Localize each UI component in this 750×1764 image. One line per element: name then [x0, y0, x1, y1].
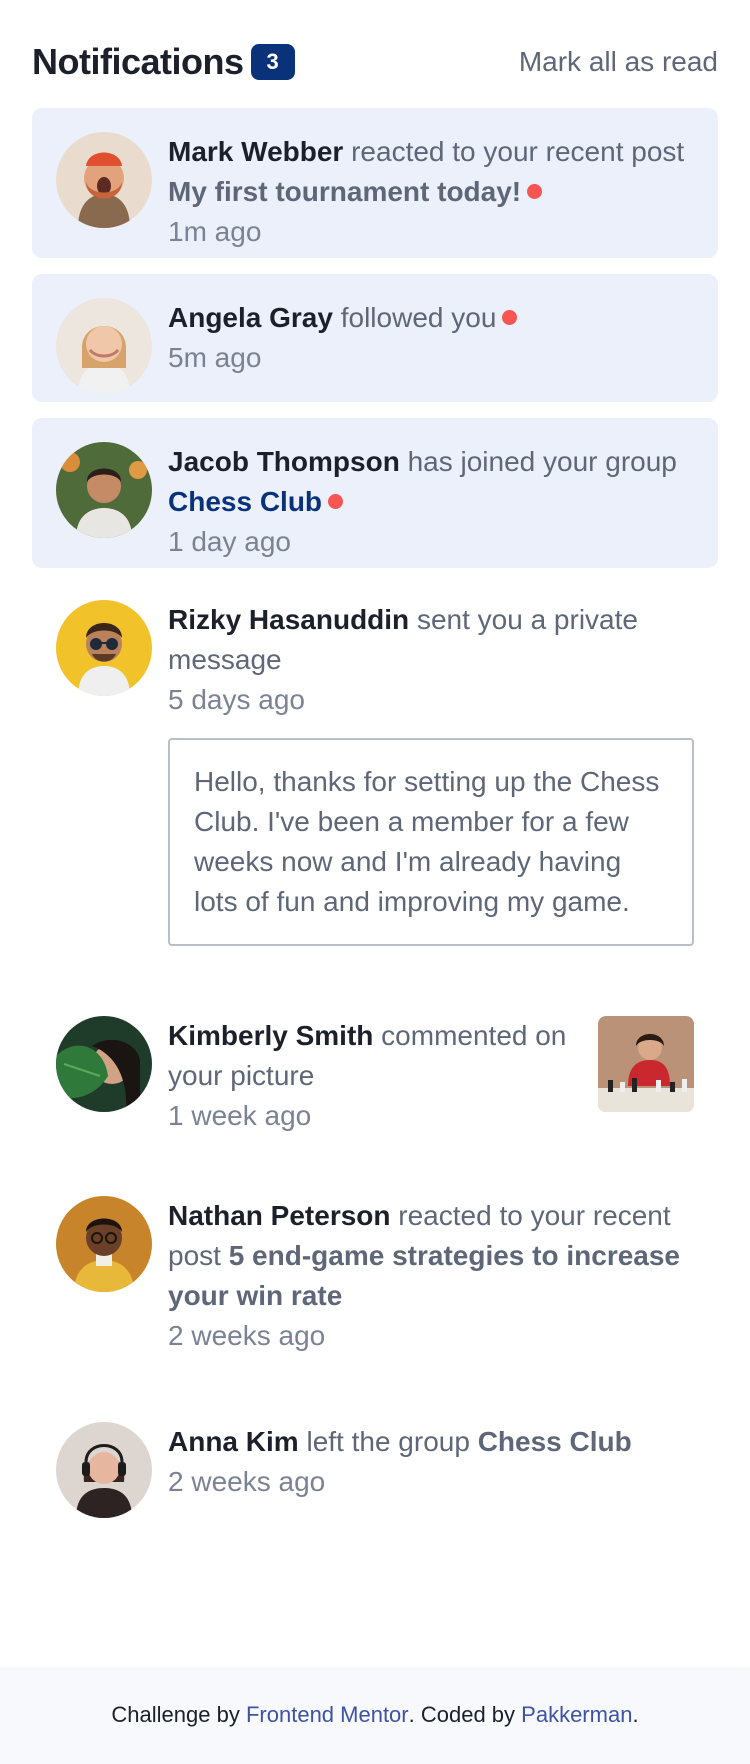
user-name[interactable]: Rizky Hasanuddin — [168, 604, 409, 635]
group-link[interactable]: Chess Club — [168, 486, 322, 517]
notification-text: Angela Gray followed you — [168, 298, 694, 338]
avatar-mark-webber[interactable] — [56, 132, 152, 228]
notification-item[interactable]: Angela Gray followed you 5m ago — [32, 274, 718, 402]
avatar-angela-gray[interactable] — [56, 298, 152, 394]
user-name[interactable]: Anna Kim — [168, 1426, 299, 1457]
footer-suffix: . — [632, 1702, 639, 1727]
notification-text: Anna Kim left the group Chess Club — [168, 1422, 694, 1462]
notification-time: 5m ago — [168, 342, 262, 373]
unread-dot-icon — [328, 494, 344, 509]
notification-text: Kimberly Smith commented on your picture — [168, 1016, 582, 1096]
notification-action: reacted to your recent post — [343, 136, 685, 167]
footer-prefix: Challenge by — [111, 1702, 240, 1727]
notification-action: left the group — [298, 1426, 478, 1457]
notification-text: Jacob Thompson has joined your group Che… — [168, 442, 694, 522]
notification-body: Kimberly Smith commented on your picture… — [168, 1016, 582, 1136]
notification-item[interactable]: Jacob Thompson has joined your group Che… — [32, 418, 718, 568]
page-title: Notifications — [32, 41, 244, 82]
notification-body: Angela Gray followed you 5m ago — [168, 298, 694, 378]
notification-item[interactable]: Anna Kim left the group Chess Club 2 wee… — [32, 1400, 718, 1528]
notification-item[interactable]: Kimberly Smith commented on your picture… — [32, 994, 718, 1158]
avatar-image-icon — [56, 1016, 152, 1112]
commented-picture-thumbnail[interactable] — [598, 1016, 694, 1112]
author-link[interactable]: Pakkerman — [521, 1702, 632, 1728]
post-link[interactable]: My first tournament today! — [168, 176, 521, 207]
avatar-image-icon — [56, 1196, 152, 1292]
unread-count-badge: 3 — [250, 44, 295, 80]
frontend-mentor-link[interactable]: Frontend Mentor — [246, 1702, 409, 1728]
notification-text: Rizky Hasanuddin sent you a private mess… — [168, 600, 694, 680]
avatar-image-icon — [56, 132, 152, 228]
chess-picture-icon — [598, 1016, 694, 1112]
notification-time: 2 weeks ago — [168, 1320, 326, 1351]
footer-middle: . Coded by — [408, 1702, 516, 1727]
avatar-image-icon — [56, 600, 152, 696]
group-link[interactable]: Chess Club — [478, 1426, 632, 1457]
notification-body: Jacob Thompson has joined your group Che… — [168, 442, 694, 562]
notification-action: followed you — [332, 302, 497, 333]
avatar-image-icon — [56, 442, 152, 538]
notification-time: 5 days ago — [168, 684, 305, 715]
post-link[interactable]: 5 end-game strategies to increase your w… — [168, 1240, 680, 1311]
avatar-jacob-thompson[interactable] — [56, 442, 152, 538]
notification-body: Nathan Peterson reacted to your recent p… — [168, 1196, 694, 1356]
user-name[interactable]: Kimberly Smith — [168, 1020, 373, 1051]
private-message-preview[interactable]: Hello, thanks for setting up the Chess C… — [168, 738, 694, 946]
notification-text: Nathan Peterson reacted to your recent p… — [168, 1196, 694, 1316]
unread-dot-icon — [502, 310, 518, 325]
unread-dot-icon — [527, 184, 543, 199]
notification-item[interactable]: Rizky Hasanuddin sent you a private mess… — [32, 584, 718, 978]
avatar-nathan-peterson[interactable] — [56, 1196, 152, 1292]
attribution-footer: Challenge by Frontend Mentor. Coded by P… — [0, 1666, 750, 1764]
avatar-image-icon — [56, 298, 152, 394]
notification-time: 2 weeks ago — [168, 1466, 326, 1497]
notification-time: 1m ago — [168, 216, 262, 247]
notification-body: Mark Webber reacted to your recent post … — [168, 132, 694, 252]
user-name[interactable]: Angela Gray — [168, 302, 333, 333]
avatar-image-icon — [56, 1422, 152, 1518]
header-title-group: Notifications 3 — [32, 41, 295, 83]
notification-action: has joined your group — [399, 446, 677, 477]
notification-item[interactable]: Nathan Peterson reacted to your recent p… — [32, 1174, 718, 1384]
user-name[interactable]: Jacob Thompson — [168, 446, 400, 477]
header: Notifications 3 Mark all as read — [32, 38, 718, 86]
notification-body: Rizky Hasanuddin sent you a private mess… — [168, 600, 694, 946]
notification-time: 1 week ago — [168, 1100, 312, 1131]
user-name[interactable]: Nathan Peterson — [168, 1200, 391, 1231]
notification-text: Mark Webber reacted to your recent post … — [168, 132, 694, 212]
user-name[interactable]: Mark Webber — [168, 136, 343, 167]
avatar-kimberly-smith[interactable] — [56, 1016, 152, 1112]
notifications-card: Notifications 3 Mark all as read Mark We… — [0, 0, 750, 1666]
mark-all-as-read-button[interactable]: Mark all as read — [519, 46, 718, 78]
notification-time: 1 day ago — [168, 526, 291, 557]
avatar-rizky-hasanuddin[interactable] — [56, 600, 152, 696]
notification-body: Anna Kim left the group Chess Club 2 wee… — [168, 1422, 694, 1502]
notification-item[interactable]: Mark Webber reacted to your recent post … — [32, 108, 718, 258]
avatar-anna-kim[interactable] — [56, 1422, 152, 1518]
